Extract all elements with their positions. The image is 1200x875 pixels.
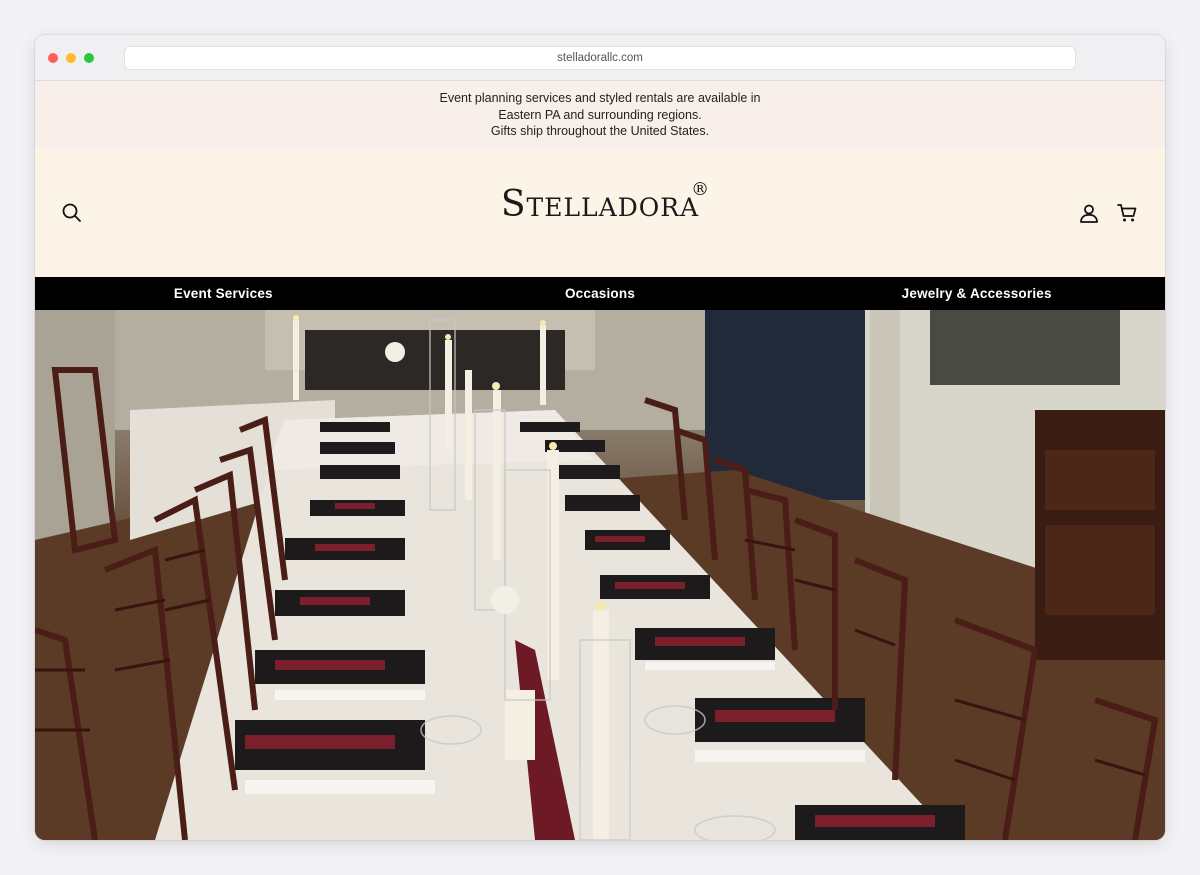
url-text: stelladorallc.com (557, 52, 643, 64)
site-header: Stelladora ® (35, 149, 1165, 277)
announcement-line: Gifts ship throughout the United States. (490, 124, 710, 139)
nav-item-event-services[interactable]: Event Services (35, 286, 412, 301)
window-controls (48, 53, 94, 63)
close-window-button[interactable] (48, 53, 58, 63)
nav-item-occasions[interactable]: Occasions (412, 286, 789, 301)
browser-chrome: stelladorallc.com (35, 35, 1165, 81)
main-navigation: Event Services Occasions Jewelry & Acces… (35, 277, 1165, 310)
cart-icon (1117, 204, 1137, 222)
announcement-line: Event planning services and styled renta… (439, 91, 761, 106)
account-button[interactable] (1078, 202, 1100, 224)
browser-window: stelladorallc.com Event planning service… (35, 35, 1165, 840)
logo-text: Stelladora (500, 184, 700, 225)
site-logo[interactable]: Stelladora ® (35, 179, 1165, 225)
minimize-window-button[interactable] (66, 53, 76, 63)
address-bar[interactable]: stelladorallc.com (124, 46, 1076, 70)
nav-item-jewelry-accessories[interactable]: Jewelry & Accessories (788, 286, 1165, 301)
maximize-window-button[interactable] (84, 53, 94, 63)
hero-image (35, 310, 1165, 840)
announcement-bar: Event planning services and styled renta… (35, 81, 1165, 149)
banquet-table-photo (35, 310, 1165, 840)
registered-mark: ® (691, 179, 710, 200)
account-icon (1080, 204, 1098, 223)
cart-button[interactable] (1116, 202, 1138, 224)
announcement-line: Eastern PA and surrounding regions. (498, 107, 702, 122)
